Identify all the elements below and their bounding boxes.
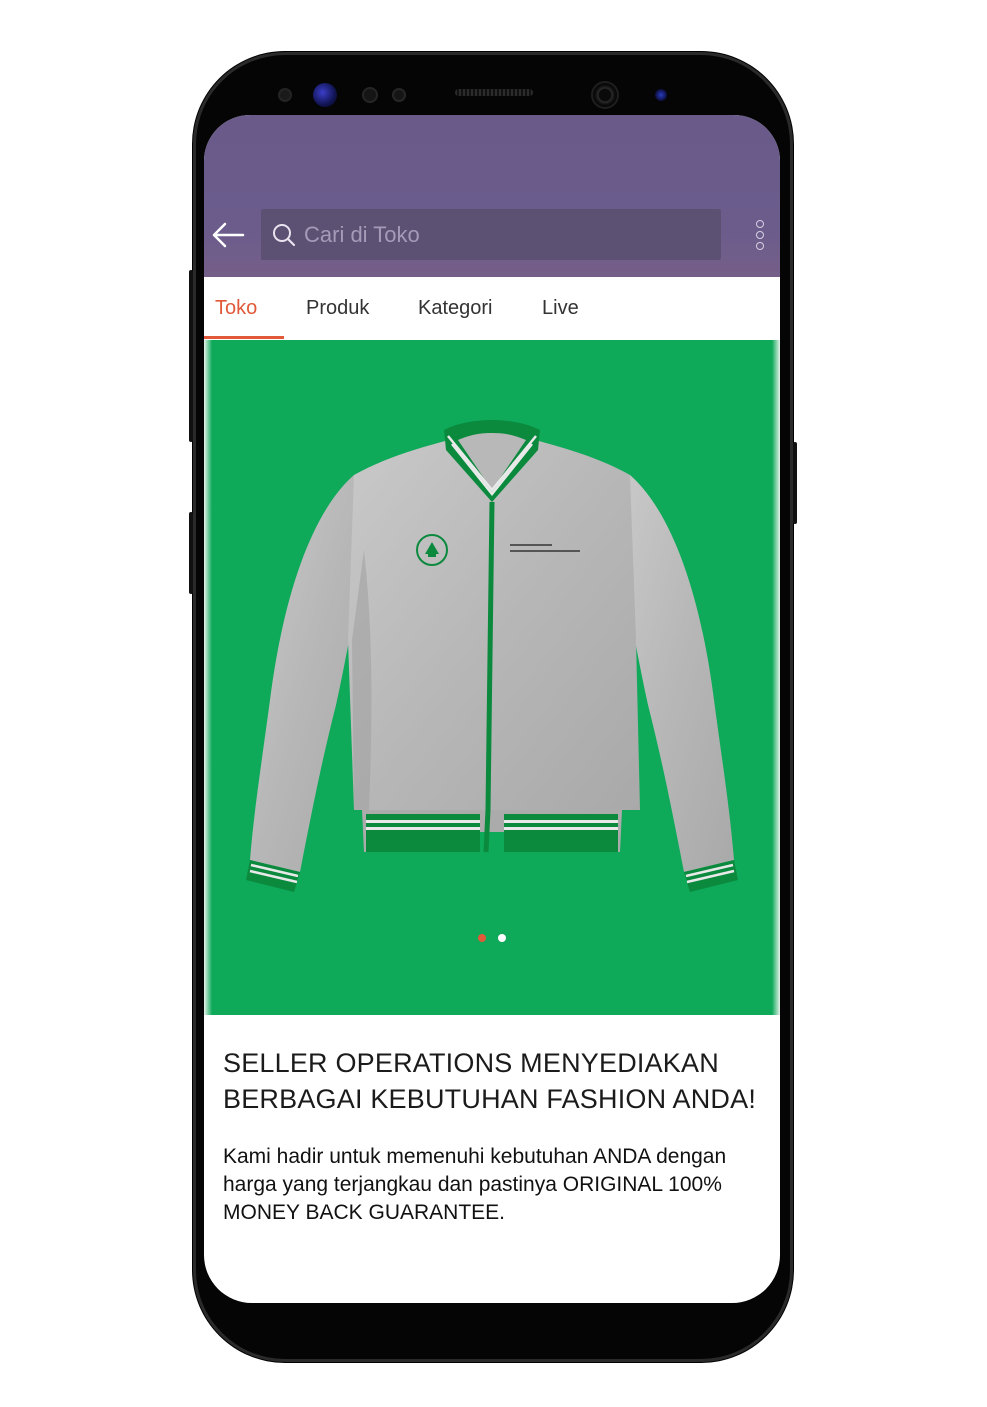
volume-button <box>189 270 193 442</box>
tab-live[interactable]: Live <box>542 277 579 340</box>
shop-headline: SELLER OPERATIONS MENYEDIAKAN BERBAGAI K… <box>223 1048 757 1114</box>
search-input[interactable] <box>302 220 706 249</box>
iris-led <box>655 89 667 101</box>
active-tab-indicator <box>204 336 284 339</box>
proximity-sensor <box>280 90 290 100</box>
light-sensor <box>394 90 404 100</box>
screen: Toko Produk Kategori Live <box>204 115 780 1303</box>
phone-frame: Toko Produk Kategori Live <box>189 52 797 1362</box>
carousel-dots <box>204 934 780 942</box>
search-bar[interactable] <box>261 209 721 260</box>
bixby-button <box>189 512 193 594</box>
carousel-dot-2[interactable] <box>498 934 506 942</box>
jacket-image <box>246 420 738 892</box>
more-options-icon[interactable] <box>750 215 770 255</box>
led-sensor <box>364 89 376 101</box>
earpiece-speaker <box>455 89 533 96</box>
front-camera <box>593 83 617 107</box>
tab-produk[interactable]: Produk <box>306 277 369 340</box>
back-button[interactable] <box>208 215 248 255</box>
power-button <box>793 442 797 524</box>
back-arrow-icon <box>212 222 245 248</box>
carousel-dot-1[interactable] <box>478 934 486 942</box>
tab-kategori[interactable]: Kategori <box>418 277 493 340</box>
tab-toko[interactable]: Toko <box>215 277 257 340</box>
search-icon <box>273 223 296 246</box>
iris-sensor <box>313 83 337 107</box>
shop-description: Kami hadir untuk memenuhi kebutuhan ANDA… <box>223 1145 727 1224</box>
header-bar <box>204 115 780 277</box>
tab-bar: Toko Produk Kategori Live <box>204 277 780 340</box>
banner-carousel[interactable] <box>204 340 780 1015</box>
